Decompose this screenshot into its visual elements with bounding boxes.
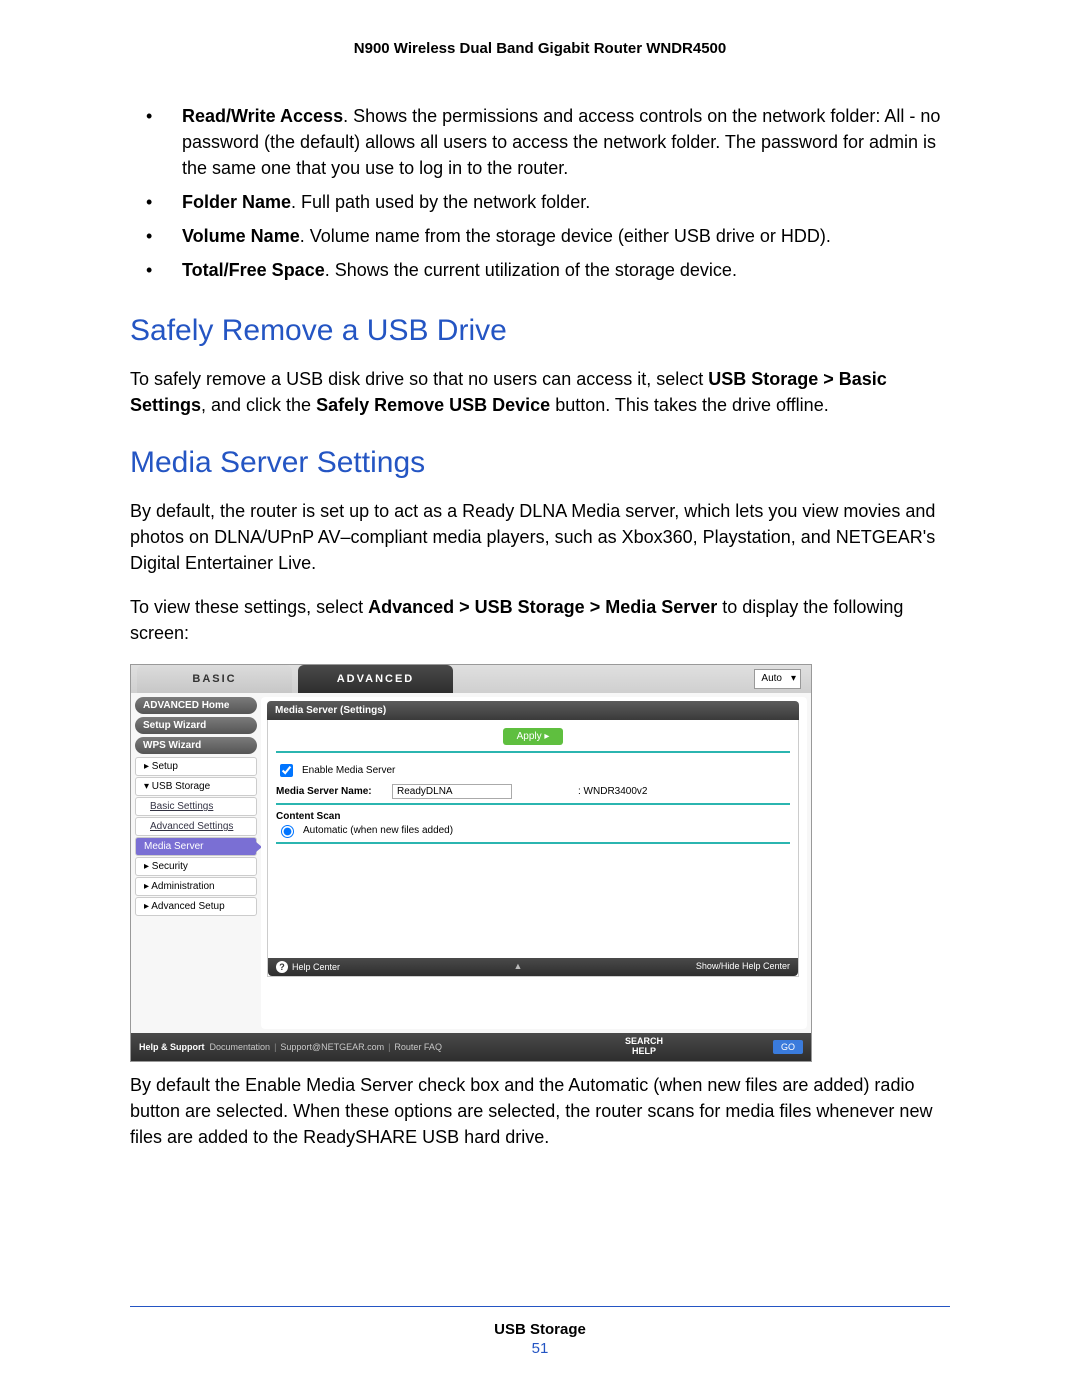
sidebar-item-wps-wizard[interactable]: WPS Wizard: [135, 737, 257, 754]
support-footer: Help & Support Documentation|Support@NET…: [131, 1033, 811, 1061]
scan-auto-radio[interactable]: [281, 825, 294, 838]
bullet-rw-access: Read/Write Access. Shows the permissions…: [130, 103, 950, 181]
page-number: 51: [130, 1340, 950, 1357]
page-footer: USB Storage 51: [130, 1306, 950, 1357]
para-media-2: To view these settings, select Advanced …: [130, 594, 950, 646]
help-center-bar: ?Help Center ▲ Show/Hide Help Center: [268, 958, 798, 976]
help-support-label: Help & Support: [139, 1042, 205, 1052]
sidebar: ADVANCED Home Setup Wizard WPS Wizard ▸ …: [131, 693, 261, 1033]
apply-button[interactable]: Apply ▸: [503, 728, 564, 745]
search-help-label: SEARCHHELP: [625, 1037, 663, 1057]
device-suffix: : WNDR3400v2: [578, 786, 647, 797]
sidebar-item-administration[interactable]: ▸ Administration: [135, 877, 257, 896]
media-name-input[interactable]: [392, 784, 512, 799]
refresh-select[interactable]: Auto: [754, 669, 801, 689]
help-center-link[interactable]: ?Help Center: [276, 961, 340, 973]
main-panel: Media Server (Settings) Apply ▸ Enable M…: [261, 697, 807, 1029]
sidebar-item-advanced-setup[interactable]: ▸ Advanced Setup: [135, 897, 257, 916]
bullet-list: Read/Write Access. Shows the permissions…: [130, 103, 950, 284]
tab-bar: BASIC ADVANCED Auto: [131, 665, 811, 693]
media-name-label: Media Server Name:: [276, 786, 386, 797]
page-content: Read/Write Access. Shows the permissions…: [0, 103, 1080, 1150]
scan-auto-label: Automatic (when new files added): [303, 825, 453, 836]
router-faq-link[interactable]: Router FAQ: [394, 1042, 442, 1052]
content-scan-label: Content Scan: [276, 811, 790, 822]
tab-basic[interactable]: BASIC: [137, 665, 292, 693]
panel-title: Media Server (Settings): [267, 701, 799, 720]
caret-up-icon[interactable]: ▲: [514, 961, 523, 973]
bullet-folder-name: Folder Name. Full path used by the netwo…: [130, 189, 950, 215]
sidebar-item-advanced-settings[interactable]: Advanced Settings: [135, 817, 257, 836]
bullet-total-free: Total/Free Space. Shows the current util…: [130, 257, 950, 283]
para-media-1: By default, the router is set up to act …: [130, 498, 950, 576]
footer-section: USB Storage: [130, 1321, 950, 1338]
sidebar-item-setup[interactable]: ▸ Setup: [135, 757, 257, 776]
enable-media-label: Enable Media Server: [302, 765, 395, 776]
doc-link[interactable]: Documentation: [210, 1042, 271, 1052]
enable-media-checkbox[interactable]: [280, 764, 293, 777]
screenshot-media-server: BASIC ADVANCED Auto ADVANCED Home Setup …: [130, 664, 950, 1062]
media-name-row: Media Server Name: : WNDR3400v2: [276, 784, 790, 799]
show-hide-help-link[interactable]: Show/Hide Help Center: [696, 961, 790, 973]
para-safely-remove: To safely remove a USB disk drive so tha…: [130, 366, 950, 418]
go-button[interactable]: GO: [773, 1040, 803, 1054]
sidebar-item-adv-home[interactable]: ADVANCED Home: [135, 697, 257, 714]
scan-option-row: Automatic (when new files added): [276, 822, 790, 838]
sidebar-item-usb-storage[interactable]: ▾ USB Storage: [135, 777, 257, 796]
tab-advanced[interactable]: ADVANCED: [298, 665, 453, 693]
sidebar-item-basic-settings[interactable]: Basic Settings: [135, 797, 257, 816]
document-title: N900 Wireless Dual Band Gigabit Router W…: [0, 40, 1080, 57]
sidebar-item-setup-wizard[interactable]: Setup Wizard: [135, 717, 257, 734]
bullet-volume-name: Volume Name. Volume name from the storag…: [130, 223, 950, 249]
support-email-link[interactable]: Support@NETGEAR.com: [280, 1042, 384, 1052]
heading-safely-remove: Safely Remove a USB Drive: [130, 314, 950, 348]
enable-media-row: Enable Media Server: [276, 761, 790, 780]
para-media-3: By default the Enable Media Server check…: [130, 1072, 950, 1150]
help-icon: ?: [276, 961, 288, 973]
sidebar-item-media-server[interactable]: Media Server: [135, 837, 257, 856]
sidebar-item-security[interactable]: ▸ Security: [135, 857, 257, 876]
heading-media-server: Media Server Settings: [130, 446, 950, 480]
